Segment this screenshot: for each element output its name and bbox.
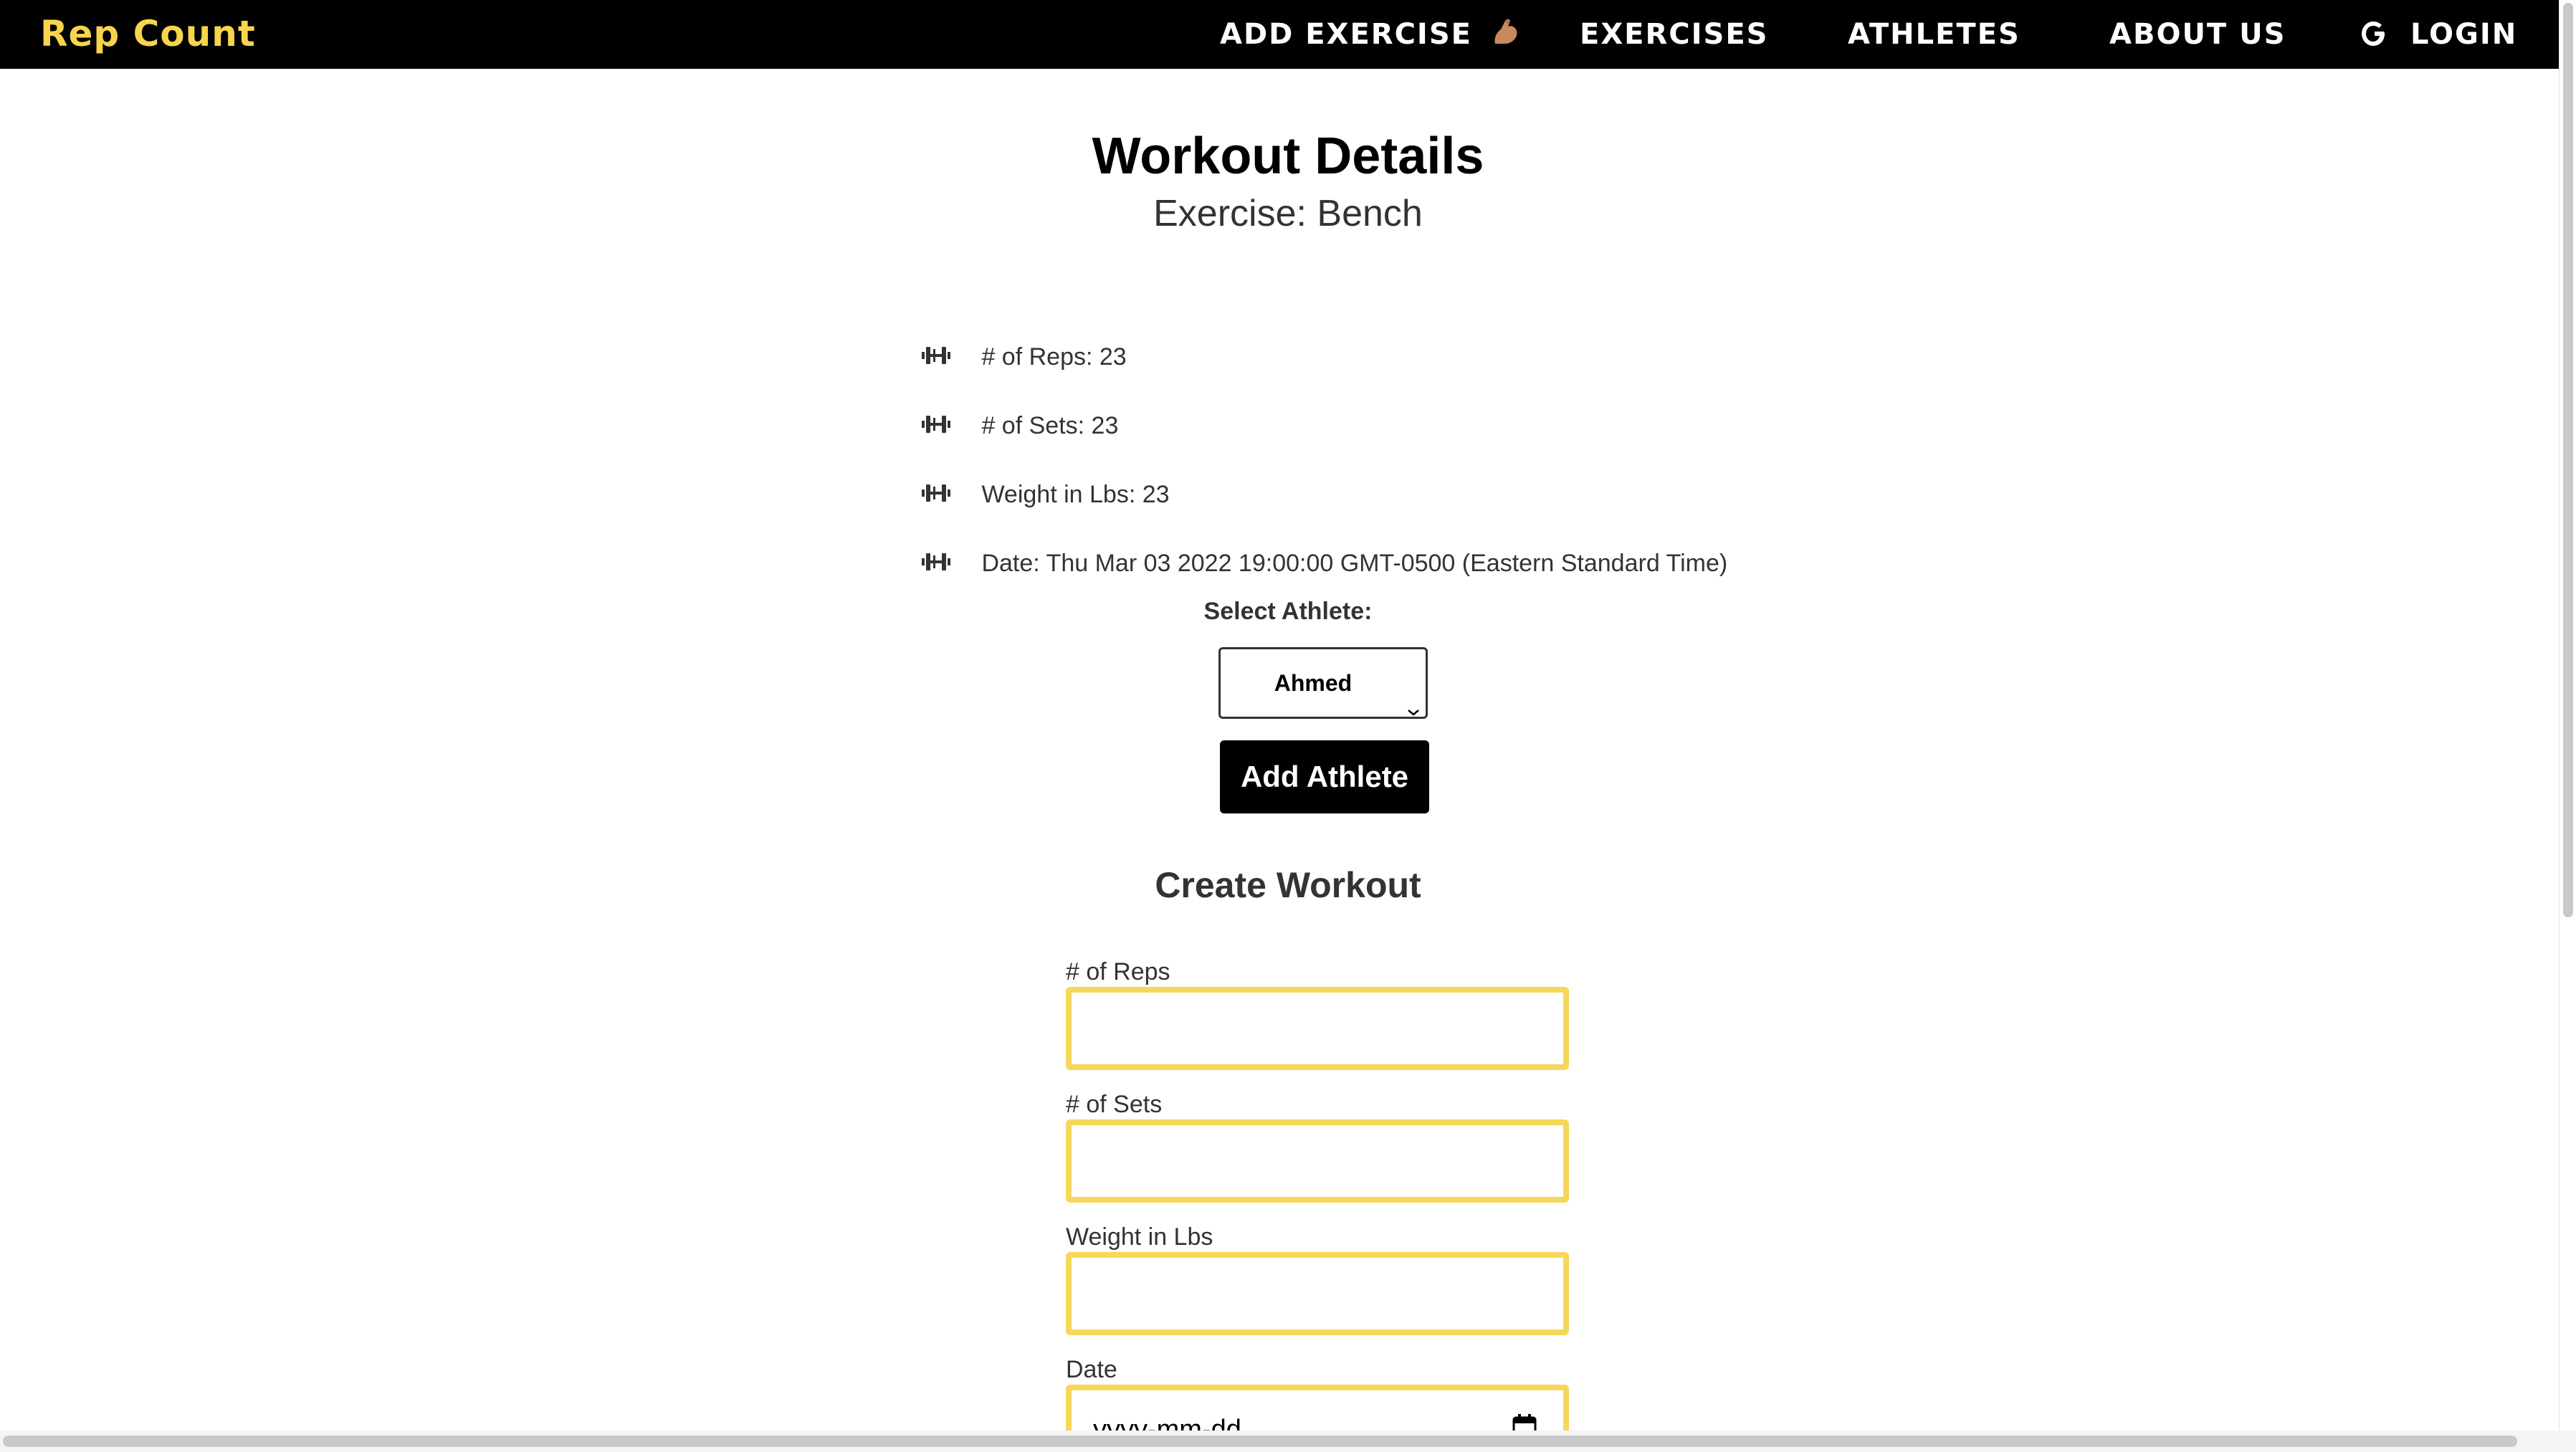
navbar: Rep Count ADD EXERCISE EXERCISES ATHLETE… [0,0,2559,69]
page-title: Workout Details [1092,128,1484,185]
weight-input[interactable] [1066,1252,1569,1335]
dumbbell-icon [922,474,950,517]
create-workout-title: Create Workout [1155,865,1421,905]
detail-date: Date: Thu Mar 03 2022 19:00:00 GMT-0500 … [922,542,1727,585]
detail-reps-text: # of Reps: 23 [981,343,1127,371]
chevron-down-icon [1406,677,1421,744]
horizontal-scrollbar-thumb[interactable] [3,1436,2517,1447]
weight-field-label: Weight in Lbs [1066,1223,1213,1251]
detail-sets: # of Sets: 23 [922,404,1118,447]
detail-sets-text: # of Sets: 23 [981,412,1119,439]
detail-reps: # of Reps: 23 [922,335,1127,378]
reps-input[interactable] [1066,987,1569,1070]
detail-date-text: Date: Thu Mar 03 2022 19:00:00 GMT-0500 … [981,550,1728,577]
exercise-subtitle: Exercise: Bench [1153,193,1423,234]
nav-about-us[interactable]: ABOUT US [2109,14,2286,54]
dumbbell-icon [922,337,950,380]
nav-exercises[interactable]: EXERCISES [1580,14,1768,54]
select-athlete-label: Select Athlete: [1203,598,1373,625]
nav-login-label: LOGIN [2410,18,2518,51]
google-icon [2360,19,2389,59]
sets-input[interactable] [1066,1119,1569,1203]
reps-field-label: # of Reps [1066,958,1170,985]
nav-add-exercise-label: ADD EXERCISE [1220,18,1472,51]
athlete-select-value: Ahmed [1274,670,1353,696]
nav-add-exercise[interactable]: ADD EXERCISE [1220,14,1521,54]
date-field-label: Date [1066,1356,1117,1383]
brand-logo-link[interactable]: Rep Count [40,10,256,57]
nav-login[interactable]: LOGIN [2360,14,2517,54]
sets-field-label: # of Sets [1066,1091,1163,1118]
athlete-select[interactable]: Ahmed [1218,647,1428,719]
detail-weight: Weight in Lbs: 23 [922,473,1170,516]
dumbbell-icon [922,543,950,586]
detail-weight-text: Weight in Lbs: 23 [981,481,1170,508]
nav-athletes[interactable]: ATHLETES [1848,14,2021,54]
flexed-biceps-icon [1489,16,1521,59]
add-athlete-button[interactable]: Add Athlete [1220,740,1429,813]
dumbbell-icon [922,406,950,449]
page: Rep Count ADD EXERCISE EXERCISES ATHLETE… [0,0,2576,1452]
vertical-scrollbar-thumb[interactable] [2563,3,2573,917]
